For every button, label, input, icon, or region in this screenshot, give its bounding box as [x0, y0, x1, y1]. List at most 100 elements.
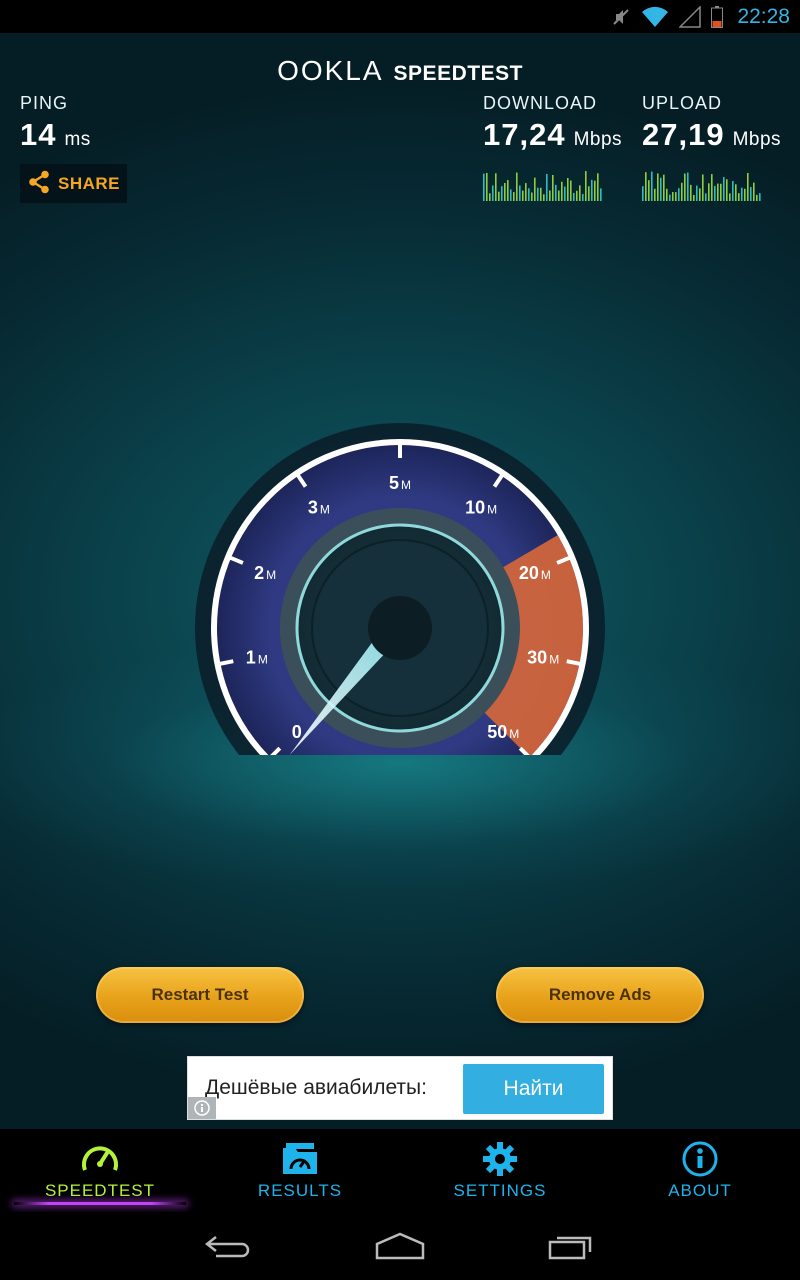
upload-number: 27,19 [642, 117, 725, 152]
sparkline-bar [576, 190, 578, 201]
sparkline-bar [543, 194, 545, 201]
active-tab-indicator [14, 1202, 186, 1205]
sparkline-bar [507, 180, 509, 201]
tab-about[interactable]: ABOUT [600, 1129, 800, 1212]
home-icon[interactable] [370, 1226, 430, 1266]
sparkline-bar [657, 173, 659, 201]
sparkline-bar [486, 172, 488, 201]
sparkline-bar [519, 185, 521, 201]
bottom-tab-bar: SPEEDTEST RESULTS SETTINGS ABOUT [0, 1129, 800, 1212]
sparkline-bar [708, 183, 710, 201]
upload-unit: Mbps [732, 129, 782, 150]
gauge-scale-label: 0 [292, 722, 302, 742]
tab-speedtest[interactable]: SPEEDTEST [0, 1129, 200, 1212]
sparkline-bar [570, 180, 572, 201]
sparkline-bar [756, 194, 758, 201]
download-label: DOWNLOAD [483, 93, 598, 113]
download-sparkline [483, 171, 602, 201]
sparkline-bar [561, 181, 563, 201]
ping-value: 14 ms [20, 117, 91, 153]
sparkline-bar [732, 181, 734, 201]
sparkline-bar [684, 173, 686, 201]
sparkline-bar [516, 172, 518, 201]
speed-gauge: 01 M2 M3 M5 M10 M20 M30 M50 M [195, 423, 605, 755]
ping-label: PING [20, 93, 69, 113]
restart-test-button[interactable]: Restart Test [96, 967, 304, 1023]
share-label: SHARE [58, 173, 121, 193]
sparkline-bar [489, 193, 491, 201]
sparkline-bar [579, 185, 581, 201]
sparkline-bar [597, 173, 599, 201]
sparkline-bar [759, 193, 761, 201]
sparkline-bar [738, 193, 740, 201]
logo-speedtest: SPEEDTEST [393, 62, 523, 85]
tab-results[interactable]: RESULTS [200, 1129, 400, 1212]
signal-icon [679, 5, 702, 28]
clock: 22:28 [737, 4, 790, 28]
tab-speedtest-label: SPEEDTEST [44, 1181, 156, 1200]
speedtest-screen: OOKLA SPEEDTEST PING 14 ms SHARE DOWNLOAD … [0, 33, 800, 1129]
sparkline-bar [747, 172, 749, 201]
sparkline-bar [726, 179, 728, 201]
sparkline-bar [498, 191, 500, 201]
sparkline-bar [651, 171, 653, 201]
gauge-hub [368, 596, 432, 660]
sparkline-bar [552, 174, 554, 201]
sparkline-bar [648, 180, 650, 201]
sparkline-bar [666, 188, 668, 201]
app-logo: OOKLA SPEEDTEST [0, 55, 800, 87]
sparkline-bar [744, 188, 746, 201]
sparkline-bar [714, 185, 716, 201]
share-button[interactable]: SHARE [20, 164, 127, 203]
sparkline-bar [525, 183, 527, 201]
logo-ookla: OOKLA [277, 55, 384, 86]
sparkline-bar [663, 174, 665, 201]
system-nav-bar [0, 1212, 800, 1280]
sparkline-bar [504, 182, 506, 201]
sparkline-bar [585, 171, 587, 201]
sparkline-bar [723, 177, 725, 201]
upload-label: UPLOAD [642, 93, 723, 113]
status-bar: 22:28 [0, 0, 800, 33]
sparkline-bar [537, 187, 539, 201]
tab-settings[interactable]: SETTINGS [400, 1129, 600, 1212]
sparkline-bar [567, 177, 569, 201]
sparkline-bar [675, 192, 677, 201]
sparkline-bar [711, 174, 713, 201]
sparkline-bar [735, 184, 737, 201]
sparkline-bar [696, 185, 698, 201]
info-icon [682, 1141, 718, 1177]
sparkline-bar [501, 186, 503, 201]
upload-sparkline [642, 171, 761, 201]
sparkline-bar [483, 173, 485, 201]
ad-banner[interactable]: Дешёвые авиабилеты: Найти [187, 1056, 613, 1120]
sparkline-bar [693, 194, 695, 201]
back-icon[interactable] [198, 1226, 258, 1266]
sparkline-bar [492, 185, 494, 201]
share-icon [28, 170, 50, 198]
sparkline-bar [531, 192, 533, 201]
sparkline-bar [600, 188, 602, 201]
recents-icon[interactable] [541, 1226, 601, 1266]
download-unit: Mbps [573, 129, 623, 150]
sparkline-bar [549, 190, 551, 201]
sparkline-bar [729, 193, 731, 201]
sparkline-bar [495, 173, 497, 201]
sparkline-bar [528, 188, 530, 201]
sparkline-bar [660, 177, 662, 201]
ad-info-icon[interactable] [188, 1097, 216, 1119]
download-value: 17,24 Mbps [483, 117, 622, 153]
sparkline-bar [702, 174, 704, 201]
remove-ads-button[interactable]: Remove Ads [496, 967, 704, 1023]
sparkline-bar [672, 192, 674, 201]
ad-search-button[interactable]: Найти [463, 1064, 604, 1114]
sparkline-bar [717, 183, 719, 201]
sparkline-bar [582, 194, 584, 201]
sparkline-bar [573, 192, 575, 201]
ping-number: 14 [20, 117, 57, 152]
sparkline-bar [558, 190, 560, 201]
gear-icon [482, 1141, 518, 1177]
sparkline-bar [591, 179, 593, 201]
sparkline-bar [645, 172, 647, 201]
sparkline-bar [564, 186, 566, 201]
